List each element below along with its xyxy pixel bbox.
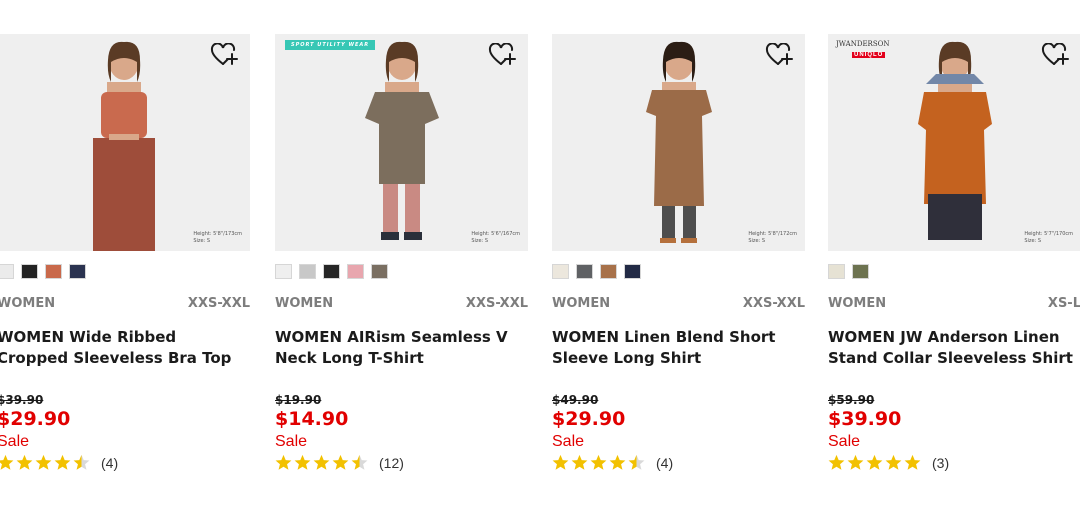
rating: (4) (0, 454, 250, 471)
heart-plus-icon[interactable] (765, 42, 793, 67)
star-icon (0, 454, 14, 471)
product-card[interactable]: JWANDERSON UNIQLO Height: 5'7"/170cm Siz… (828, 34, 1080, 471)
color-swatches (552, 264, 805, 279)
product-image[interactable]: Height: 5'8"/173cm Size: S (0, 34, 250, 251)
color-swatch[interactable] (69, 264, 86, 279)
product-meta: WOMEN XXS-XXL (275, 296, 528, 311)
review-count[interactable]: (12) (379, 455, 404, 471)
original-price: $49.90 (552, 393, 599, 407)
star-icon (590, 454, 607, 471)
size-range: XS-L (1047, 296, 1080, 311)
star-icon (275, 454, 292, 471)
sale-price: $29.90 (0, 408, 71, 430)
original-price: $59.90 (828, 393, 875, 407)
color-swatch[interactable] (323, 264, 340, 279)
model-info: Height: 5'7"/170cm Size: S (1024, 231, 1073, 244)
review-count[interactable]: (4) (656, 455, 673, 471)
color-swatch[interactable] (624, 264, 641, 279)
review-count[interactable]: (3) (932, 455, 949, 471)
sale-label: Sale (0, 433, 30, 450)
gender-label: WOMEN (552, 296, 611, 311)
product-meta: WOMEN XXS-XXL (552, 296, 805, 311)
color-swatch[interactable] (852, 264, 869, 279)
sale-price: $14.90 (275, 408, 349, 430)
color-swatches (275, 264, 528, 279)
model-info: Height: 5'8"/173cm Size: S (193, 231, 242, 244)
color-swatch[interactable] (299, 264, 316, 279)
original-price: $39.90 (0, 393, 44, 407)
model-info: Height: 5'8"/172cm Size: S (748, 231, 797, 244)
star-icon (552, 454, 569, 471)
rating: (3) (828, 454, 1080, 471)
product-name[interactable]: WOMEN JW Anderson Linen Stand Collar Sle… (828, 327, 1080, 369)
size-range: XXS-XXL (187, 296, 250, 311)
star-icon (73, 454, 90, 471)
original-price: $19.90 (275, 393, 322, 407)
product-image[interactable]: Height: 5'8"/172cm Size: S (552, 34, 805, 251)
heart-plus-icon[interactable] (210, 42, 238, 67)
star-icon (609, 454, 626, 471)
sale-label: Sale (552, 433, 585, 450)
color-swatch[interactable] (45, 264, 62, 279)
rating: (4) (552, 454, 805, 471)
gender-label: WOMEN (275, 296, 334, 311)
product-card[interactable]: Height: 5'8"/173cm Size: S WOMEN XXS-XXL… (0, 34, 250, 471)
star-icon (628, 454, 645, 471)
star-icon (866, 454, 883, 471)
size-range: XXS-XXL (742, 296, 805, 311)
sale-label: Sale (275, 433, 308, 450)
color-swatch[interactable] (828, 264, 845, 279)
star-icon (847, 454, 864, 471)
heart-plus-icon[interactable] (488, 42, 516, 67)
star-icon (16, 454, 33, 471)
color-swatch[interactable] (21, 264, 38, 279)
star-icon (294, 454, 311, 471)
color-swatches (828, 264, 1080, 279)
uniqlo-logo: UNIQLO (852, 52, 886, 58)
star-icon (828, 454, 845, 471)
gender-label: WOMEN (828, 296, 887, 311)
star-icon (332, 454, 349, 471)
star-icon (313, 454, 330, 471)
star-icon (35, 454, 52, 471)
color-swatch[interactable] (371, 264, 388, 279)
product-name[interactable]: WOMEN Wide Ribbed Cropped Sleeveless Bra… (0, 327, 250, 369)
color-swatch[interactable] (576, 264, 593, 279)
product-card[interactable]: Height: 5'8"/172cm Size: S WOMEN XXS-XXL… (552, 34, 805, 471)
product-image[interactable]: JWANDERSON UNIQLO Height: 5'7"/170cm Siz… (828, 34, 1080, 251)
star-icon (351, 454, 368, 471)
color-swatch[interactable] (0, 264, 14, 279)
product-card[interactable]: SPORT UTILITY WEAR Height: 5'6"/167cm Si… (275, 34, 528, 471)
gender-label: WOMEN (0, 296, 56, 311)
sale-price: $29.90 (552, 408, 626, 430)
heart-plus-icon[interactable] (1041, 42, 1069, 67)
color-swatch[interactable] (552, 264, 569, 279)
sale-label: Sale (828, 433, 861, 450)
star-icon (571, 454, 588, 471)
product-name[interactable]: WOMEN AIRism Seamless V Neck Long T-Shir… (275, 327, 528, 369)
color-swatches (0, 264, 250, 279)
star-icon (54, 454, 71, 471)
sport-utility-wear-badge: SPORT UTILITY WEAR (285, 40, 376, 50)
color-swatch[interactable] (347, 264, 364, 279)
product-meta: WOMEN XXS-XXL (0, 296, 250, 311)
product-name[interactable]: WOMEN Linen Blend Short Sleeve Long Shir… (552, 327, 805, 369)
rating: (12) (275, 454, 528, 471)
size-range: XXS-XXL (465, 296, 528, 311)
model-info: Height: 5'6"/167cm Size: S (471, 231, 520, 244)
color-swatch[interactable] (600, 264, 617, 279)
review-count[interactable]: (4) (101, 455, 118, 471)
jw-anderson-logo: JWANDERSON (836, 40, 890, 48)
product-meta: WOMEN XS-L (828, 296, 1080, 311)
product-image[interactable]: SPORT UTILITY WEAR Height: 5'6"/167cm Si… (275, 34, 528, 251)
color-swatch[interactable] (275, 264, 292, 279)
star-icon (885, 454, 902, 471)
star-icon (904, 454, 921, 471)
sale-price: $39.90 (828, 408, 902, 430)
